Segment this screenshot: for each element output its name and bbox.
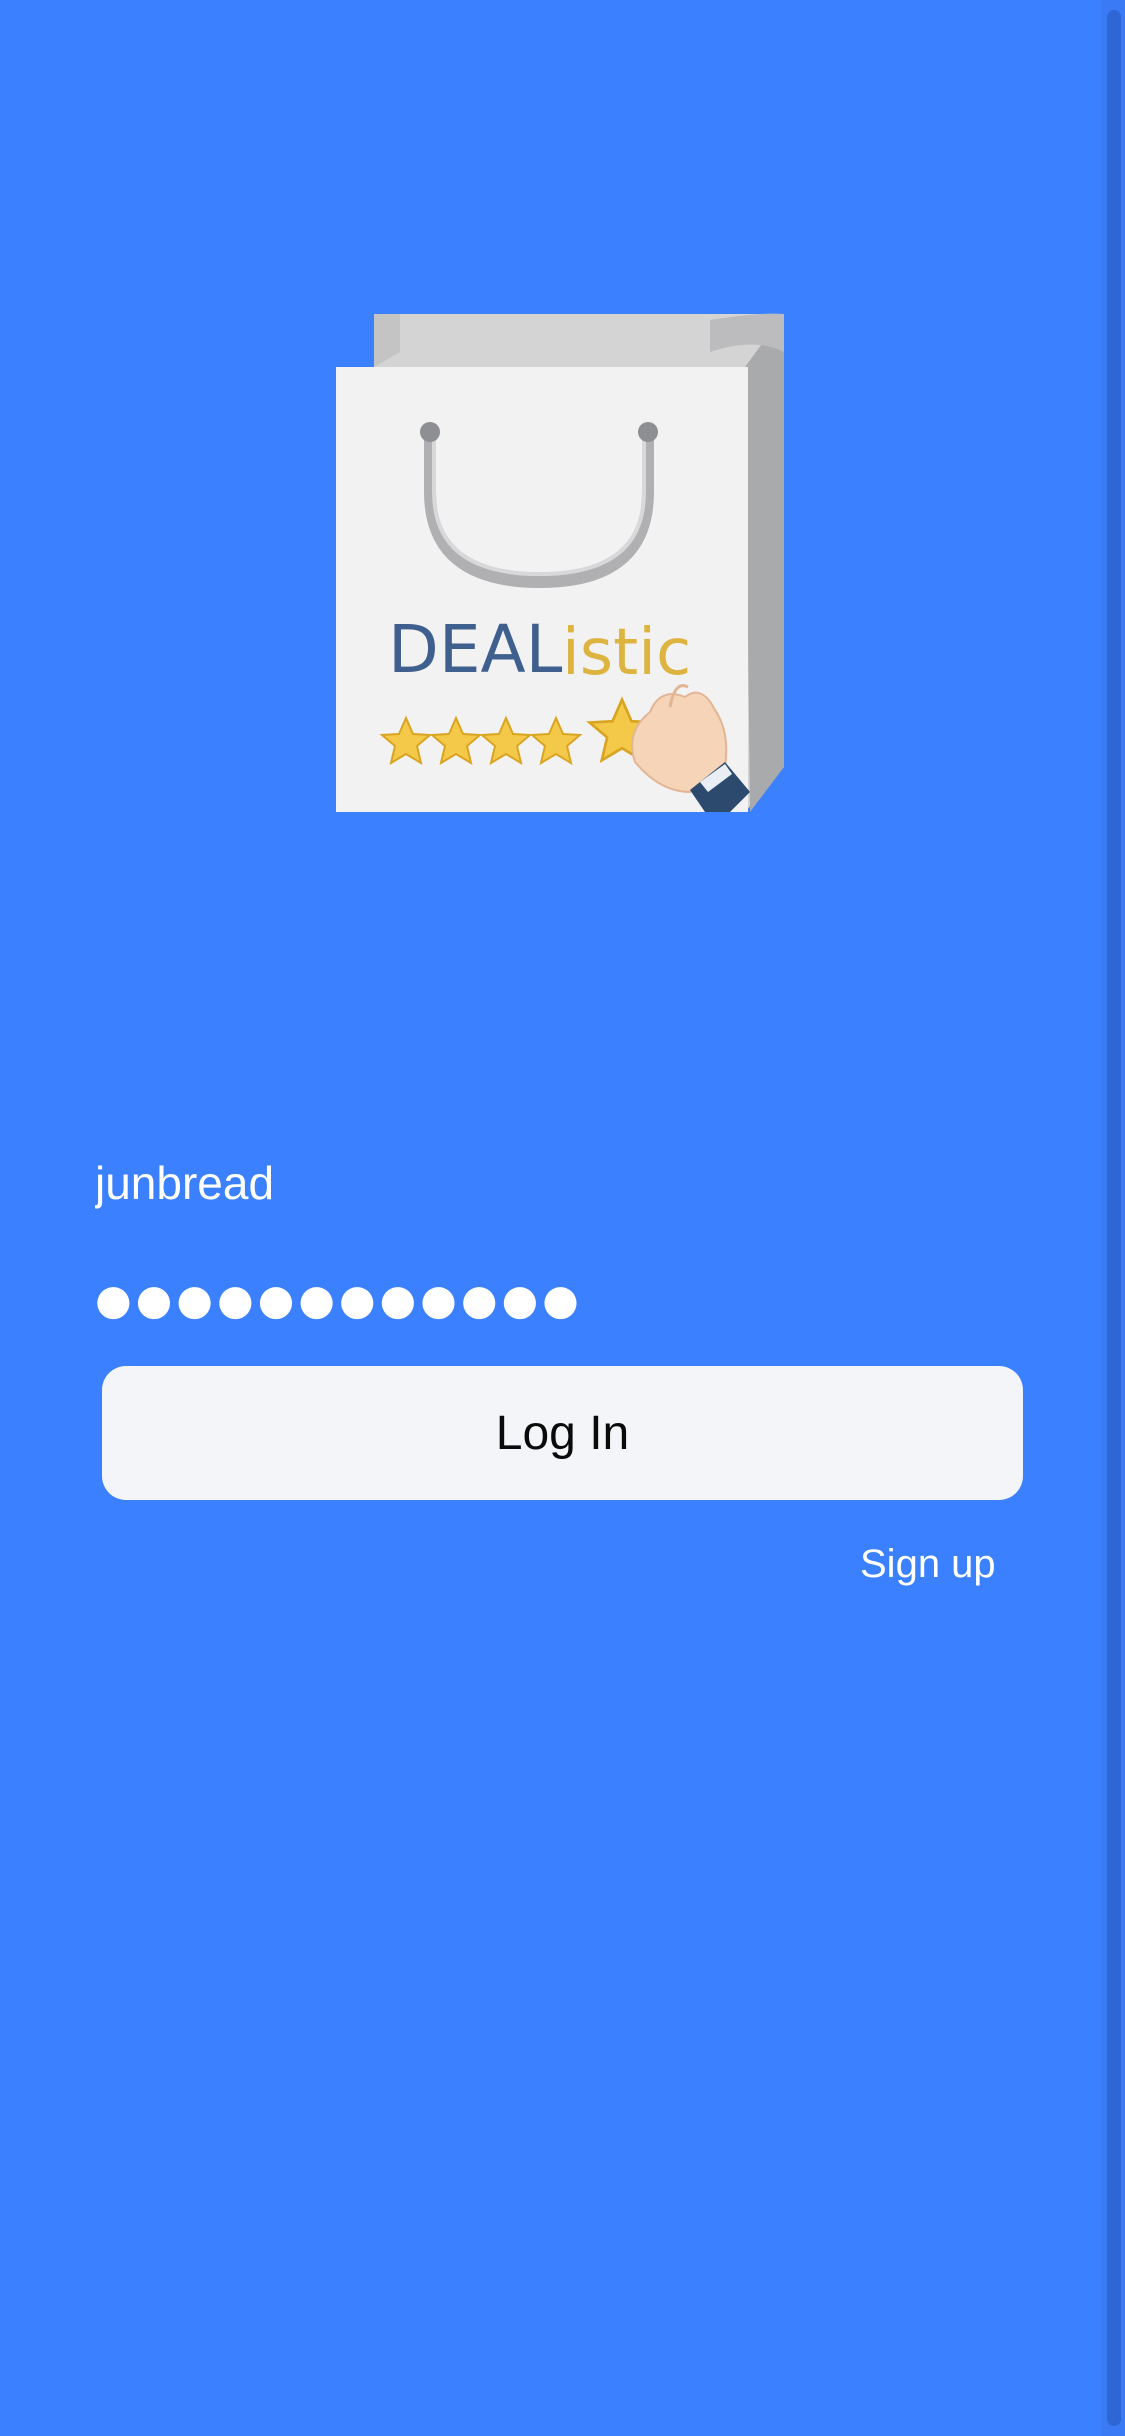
login-button[interactable]: Log In: [102, 1366, 1023, 1500]
login-screen: DEAL istic ●●●●●●●●●●●● Log In Sign up: [0, 0, 1125, 2436]
password-input[interactable]: ●●●●●●●●●●●●: [95, 1268, 1025, 1332]
dealistic-logo: DEAL istic: [330, 312, 790, 822]
scrollbar[interactable]: [1101, 0, 1125, 2436]
scrollbar-thumb[interactable]: [1107, 10, 1121, 2426]
signup-link[interactable]: Sign up: [860, 1536, 996, 1592]
logo-wordmark-deal: DEAL: [388, 611, 563, 688]
logo-wordmark-istic: istic: [562, 616, 691, 690]
username-input[interactable]: [95, 1148, 1025, 1218]
